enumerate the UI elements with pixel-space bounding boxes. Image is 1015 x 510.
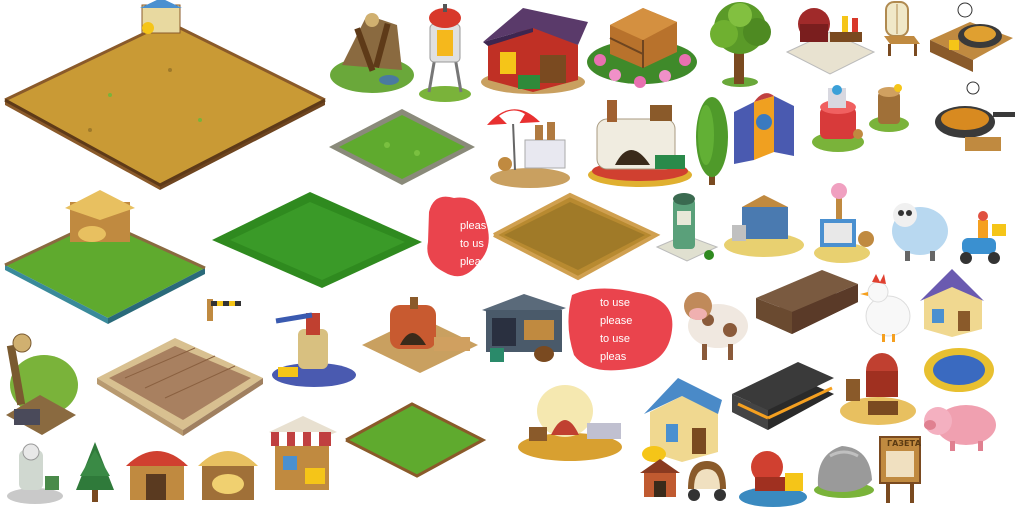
pond[interactable] [922, 345, 997, 395]
watermark-text-6: to use [600, 333, 630, 345]
red-decoration-tower[interactable] [808, 82, 868, 154]
chicken[interactable] [858, 270, 918, 345]
watermark-text-1: pleas [460, 220, 487, 232]
boulder[interactable] [812, 440, 877, 500]
oak-tree[interactable] [702, 0, 777, 90]
watermark-text-4: to use [600, 297, 630, 309]
steam-engine-machine[interactable] [5, 440, 65, 505]
sheep[interactable] [875, 185, 950, 265]
locomotive[interactable] [728, 362, 838, 447]
bbq-grill[interactable] [782, 2, 877, 82]
wooden-crate-flowers[interactable] [585, 0, 700, 90]
pine-tree[interactable] [70, 440, 120, 505]
cypress-tree[interactable] [692, 95, 732, 190]
market-stall-striped[interactable] [265, 398, 340, 503]
bamboo-stand[interactable] [205, 295, 245, 325]
grass-plot-fenced[interactable] [342, 400, 487, 480]
notice-board-title: ГАЗЕТА [887, 439, 922, 448]
notice-board[interactable]: ГАЗЕТА [878, 435, 923, 505]
cooking-stove-chef[interactable] [925, 0, 1015, 75]
mine-cart[interactable] [0, 325, 80, 440]
distillery[interactable] [838, 345, 918, 430]
stone-oven[interactable] [585, 95, 695, 190]
grass-field-fenced[interactable] [0, 190, 210, 330]
hay-barn[interactable] [196, 440, 261, 505]
watermark-stamp-b: to use please to use pleas [568, 285, 678, 375]
plowed-field-fenced-large[interactable] [0, 0, 330, 192]
watermark-text-3: pleas [460, 256, 487, 268]
frying-pan-stall[interactable] [925, 81, 1015, 152]
fuel-pump[interactable] [655, 185, 720, 270]
scooter-rider[interactable] [950, 210, 1010, 270]
watermark-stamp-a: pleas to us pleas [424, 192, 494, 284]
grass-plot-stone-border[interactable] [327, 105, 477, 190]
wooden-chair[interactable] [878, 0, 923, 60]
bread-oven-dome[interactable] [515, 375, 625, 465]
blacksmith-forge[interactable] [480, 290, 570, 370]
steam-toy-engine[interactable] [735, 443, 810, 508]
tree-stump[interactable] [868, 82, 910, 134]
loom-workshop[interactable] [722, 185, 807, 257]
mine-shaft-ruins[interactable] [327, 5, 417, 95]
folding-screen[interactable] [732, 92, 797, 167]
small-dog-house[interactable] [638, 455, 683, 505]
raised-bed[interactable] [95, 330, 265, 440]
blue-roof-house[interactable] [640, 372, 725, 467]
water-tower[interactable] [415, 2, 475, 102]
dirt-pen-fence[interactable] [490, 190, 661, 285]
tool-shed[interactable] [122, 440, 192, 505]
grass-tile[interactable] [210, 190, 425, 290]
train-wagon[interactable] [752, 268, 862, 343]
watermark-text-7: pleas [600, 351, 627, 363]
cottage-purple-roof[interactable] [918, 265, 986, 340]
watermark-text-5: please [600, 315, 633, 327]
market-umbrella-stall[interactable] [485, 100, 580, 190]
cow[interactable] [678, 280, 753, 365]
brick-bakery[interactable] [360, 295, 480, 375]
barn-red-purple-roof[interactable] [478, 0, 588, 95]
hand-pump[interactable] [268, 295, 358, 390]
watermark-text-2: to us [460, 238, 484, 250]
ice-cream-cart[interactable] [810, 183, 880, 265]
cage-cart[interactable] [682, 455, 732, 505]
pig[interactable] [922, 395, 1002, 455]
